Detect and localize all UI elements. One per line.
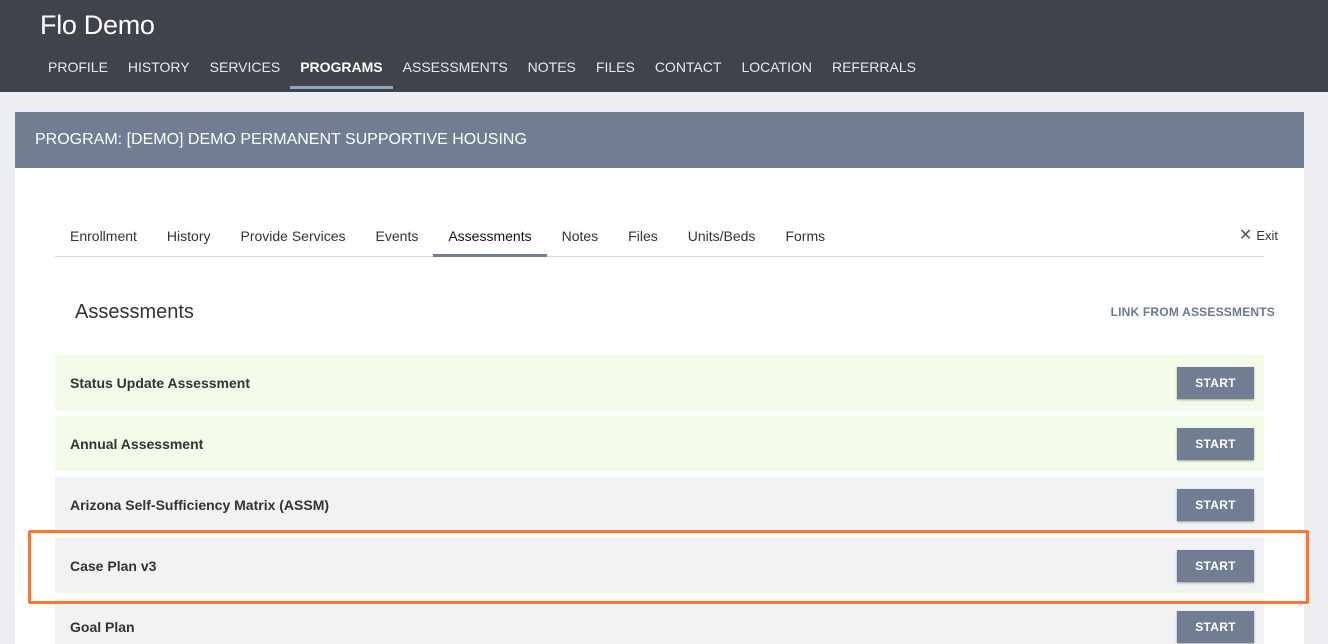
top-bar: Flo Demo PROFILE HISTORY SERVICES PROGRAMS A… bbox=[0, 0, 1328, 92]
tab-files[interactable]: Files bbox=[613, 220, 673, 257]
nav-item-profile[interactable]: PROFILE bbox=[38, 46, 118, 89]
list-item: Case Plan v3 START bbox=[55, 538, 1264, 593]
list-item: Annual Assessment START bbox=[55, 416, 1264, 471]
list-item: Arizona Self-Sufficiency Matrix (ASSM) ST… bbox=[55, 477, 1264, 532]
nav-item-services[interactable]: SERVICES bbox=[200, 46, 291, 89]
tab-notes[interactable]: Notes bbox=[547, 220, 614, 257]
assessment-name: Status Update Assessment bbox=[70, 374, 250, 391]
client-name: Flo Demo bbox=[40, 10, 155, 40]
nav-item-programs[interactable]: PROGRAMS bbox=[290, 46, 393, 89]
nav-item-history[interactable]: HISTORY bbox=[118, 46, 200, 89]
nav-item-notes[interactable]: NOTES bbox=[518, 46, 586, 89]
tab-assessments[interactable]: Assessments bbox=[433, 220, 547, 257]
start-button[interactable]: START bbox=[1177, 610, 1254, 643]
assessment-list: Status Update Assessment START Annual Asse… bbox=[55, 355, 1264, 644]
nav-item-referrals[interactable]: REFERRALS bbox=[822, 46, 926, 89]
nav-item-location[interactable]: LOCATION bbox=[731, 46, 822, 89]
program-title: PROGRAM: [DEMO] DEMO PERMANENT SUPPORTIV… bbox=[15, 112, 1304, 168]
link-from-assessments-button[interactable]: LINK FROM ASSESSMENTS bbox=[1111, 305, 1275, 319]
tab-enrollment[interactable]: Enrollment bbox=[55, 220, 152, 257]
start-button[interactable]: START bbox=[1177, 488, 1254, 521]
start-button[interactable]: START bbox=[1177, 549, 1254, 582]
tab-forms[interactable]: Forms bbox=[770, 220, 840, 257]
assessment-name: Goal Plan bbox=[70, 618, 135, 635]
assessment-name: Annual Assessment bbox=[70, 435, 204, 452]
assessment-name: Case Plan v3 bbox=[70, 557, 157, 574]
tab-units-beds[interactable]: Units/Beds bbox=[673, 220, 771, 257]
exit-label: Exit bbox=[1256, 228, 1278, 243]
nav-item-files[interactable]: FILES bbox=[586, 46, 645, 89]
section-title: Assessments bbox=[75, 301, 194, 323]
list-item: Status Update Assessment START bbox=[55, 355, 1264, 410]
tab-history[interactable]: History bbox=[152, 220, 226, 257]
exit-button[interactable]: ✕ Exit bbox=[1238, 227, 1278, 244]
main-nav: PROFILE HISTORY SERVICES PROGRAMS ASSESSMENT… bbox=[38, 46, 926, 92]
tab-events[interactable]: Events bbox=[361, 220, 434, 257]
list-item: Goal Plan START bbox=[55, 599, 1264, 644]
nav-item-assessments[interactable]: ASSESSMENTS bbox=[393, 46, 518, 89]
assessment-name: Arizona Self-Sufficiency Matrix (ASSM) bbox=[70, 496, 330, 513]
program-tabs: Enrollment History Provide Services Events A… bbox=[55, 220, 1264, 257]
program-panel: PROGRAM: [DEMO] DEMO PERMANENT SUPPORTIV… bbox=[15, 112, 1304, 644]
close-icon: ✕ bbox=[1238, 227, 1253, 244]
tab-provide-services[interactable]: Provide Services bbox=[225, 220, 360, 257]
nav-item-contact[interactable]: CONTACT bbox=[645, 46, 732, 89]
start-button[interactable]: START bbox=[1177, 427, 1254, 460]
start-button[interactable]: START bbox=[1177, 366, 1254, 399]
